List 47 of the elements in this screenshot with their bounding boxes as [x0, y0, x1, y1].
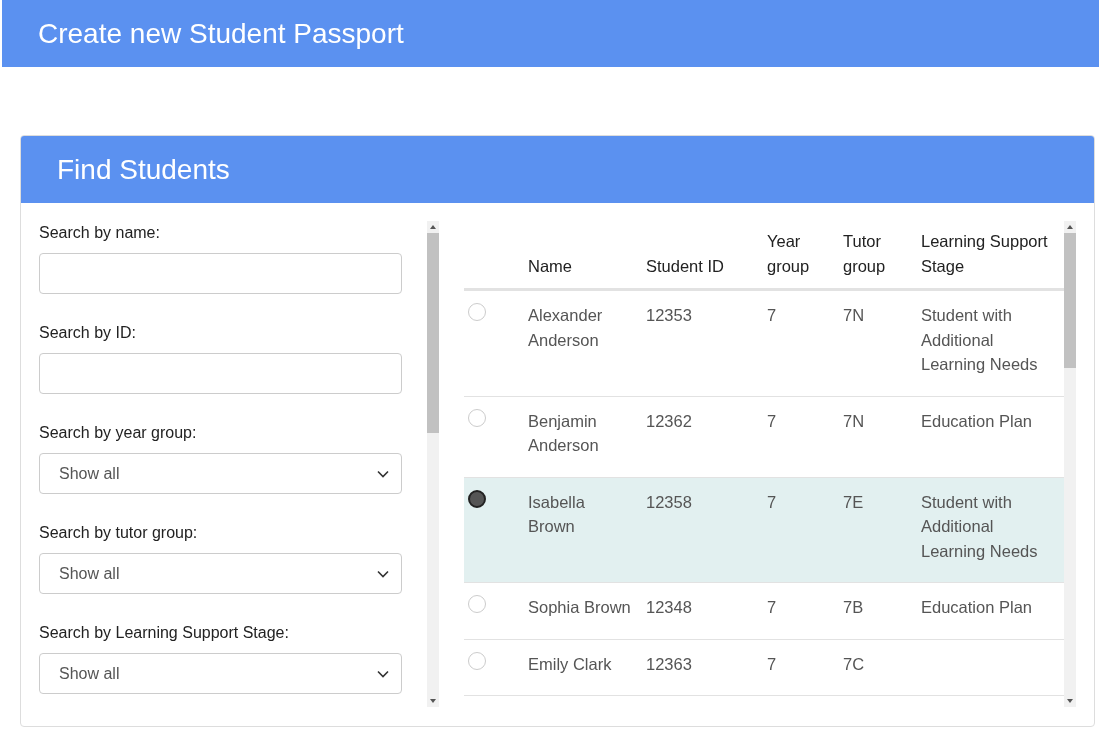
field-label: Search by ID: [39, 323, 137, 343]
scrollbar[interactable] [427, 221, 439, 707]
table-cell: Isabella Brown [528, 492, 585, 535]
input-field[interactable] [39, 253, 402, 294]
dropdown[interactable]: Show all [39, 453, 402, 494]
table-cell: 7 [767, 654, 777, 673]
column-header: Student ID [646, 256, 724, 275]
input-field[interactable] [39, 353, 402, 394]
column-header: Tutor group [843, 232, 886, 275]
page-title: Create new Student Passport [38, 17, 404, 50]
column-header: Year group [767, 232, 810, 275]
table-cell: 7C [843, 654, 865, 673]
field-label: Search by tutor group: [39, 523, 199, 543]
table-cell: Alexander Anderson [528, 306, 603, 349]
table-cell: Sophia Brown [528, 598, 631, 616]
column-header: Learning Support Stage [921, 232, 1048, 275]
scrollbar[interactable] [1064, 221, 1076, 707]
dropdown[interactable]: Show all [39, 653, 402, 694]
table-cell: 7 [767, 306, 777, 324]
table-cell: 7N [843, 411, 865, 430]
radio-button[interactable] [468, 489, 486, 508]
table-cell: 7 [767, 411, 777, 430]
table-cell: 12348 [646, 598, 692, 616]
field-label: Search by name: [39, 223, 161, 243]
column-header: Name [528, 256, 572, 275]
chevron-down-icon [377, 569, 389, 578]
table-cell: Education Plan [921, 411, 1032, 430]
table-cell: 7E [843, 492, 864, 511]
table-cell: Benjamin Anderson [528, 411, 599, 454]
table-cell: 7 [767, 598, 777, 616]
table-cell: 7 [767, 492, 777, 511]
field-label: Search by Learning Support Stage: [39, 623, 290, 643]
table-cell: 12362 [646, 411, 692, 430]
field-label: Search by year group: [39, 423, 198, 443]
table-cell: 7B [843, 598, 864, 616]
table-cell: 12363 [646, 654, 692, 673]
table-cell: 12353 [646, 306, 692, 324]
chevron-down-icon [377, 469, 389, 478]
chevron-down-icon [377, 669, 389, 678]
table-cell: Student with Additional Learning Needs [921, 492, 1038, 560]
card-title: Find Students [57, 153, 230, 186]
table-cell: 12358 [646, 492, 692, 511]
dropdown[interactable]: Show all [39, 553, 402, 594]
table-cell: 7N [843, 306, 865, 324]
table-cell: Emily Clark [528, 654, 612, 673]
table-cell: Student with Additional Learning Needs [921, 306, 1038, 373]
table-cell: Education Plan [921, 598, 1032, 616]
